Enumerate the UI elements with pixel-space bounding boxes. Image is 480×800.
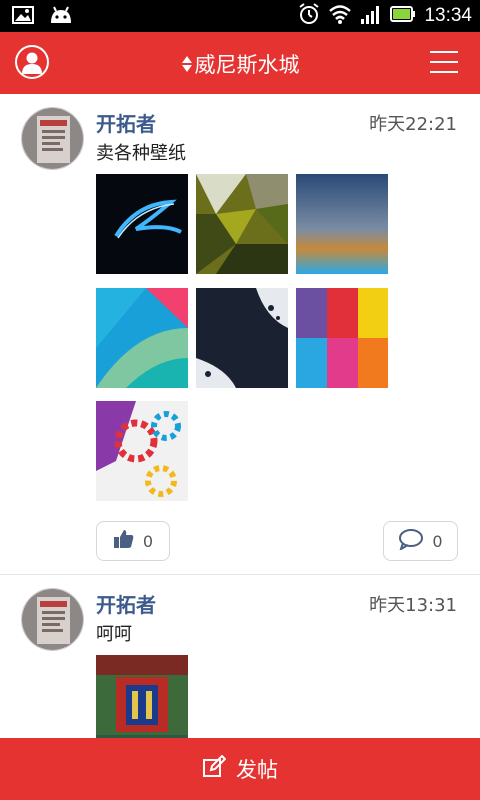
wallpaper-thumbnail[interactable]	[296, 174, 388, 274]
wallpaper-thumbnail[interactable]	[296, 288, 388, 388]
post-text: 卖各种壁纸	[96, 143, 186, 164]
new-post-label: 发帖	[236, 758, 278, 782]
post-time: 昨天13:31	[369, 595, 457, 616]
new-post-button[interactable]: 发帖	[0, 738, 480, 800]
sort-icon	[181, 54, 193, 78]
list-item[interactable]: 开拓者 昨天13:31 呵呵	[0, 575, 480, 738]
post-image-thumbnail[interactable]	[96, 655, 188, 738]
status-time: 13:34	[424, 5, 472, 26]
wifi-icon	[328, 4, 352, 28]
android-icon	[48, 6, 74, 28]
edit-icon	[202, 754, 227, 784]
wallpaper-thumbnail[interactable]	[96, 401, 188, 501]
post-time: 昨天22:21	[369, 114, 457, 135]
header-title-text: 威尼斯水城	[194, 53, 300, 77]
avatar[interactable]	[21, 588, 84, 651]
wallpaper-thumbnail[interactable]	[96, 288, 188, 388]
wallpaper-thumbnail[interactable]	[196, 288, 288, 388]
wallpaper-thumbnail[interactable]	[196, 174, 288, 274]
avatar[interactable]	[21, 107, 84, 170]
battery-icon	[390, 6, 416, 26]
list-item[interactable]: 开拓者 昨天22:21 卖各种壁纸 0 0	[0, 94, 480, 575]
like-count: 0	[142, 531, 154, 551]
post-author[interactable]: 开拓者	[96, 589, 156, 618]
signal-icon	[360, 4, 382, 28]
comment-count: 0	[432, 531, 443, 551]
comment-button[interactable]: 0	[383, 521, 458, 561]
post-author[interactable]: 开拓者	[96, 108, 156, 137]
image-icon	[12, 6, 34, 28]
page-title[interactable]: 威尼斯水城	[0, 49, 480, 79]
like-button[interactable]: 0	[96, 521, 170, 561]
alarm-icon	[298, 3, 320, 29]
post-text: 呵呵	[96, 624, 132, 645]
thumbs-up-icon	[113, 529, 135, 553]
app-header: 威尼斯水城	[0, 32, 480, 94]
status-bar: 13:34	[0, 0, 480, 32]
wallpaper-thumbnail[interactable]	[96, 174, 188, 274]
feed-list[interactable]: 开拓者 昨天22:21 卖各种壁纸 0 0 开拓者 昨天13:31 呵呵	[0, 94, 480, 738]
comment-icon	[398, 528, 424, 554]
menu-icon[interactable]	[430, 51, 458, 73]
